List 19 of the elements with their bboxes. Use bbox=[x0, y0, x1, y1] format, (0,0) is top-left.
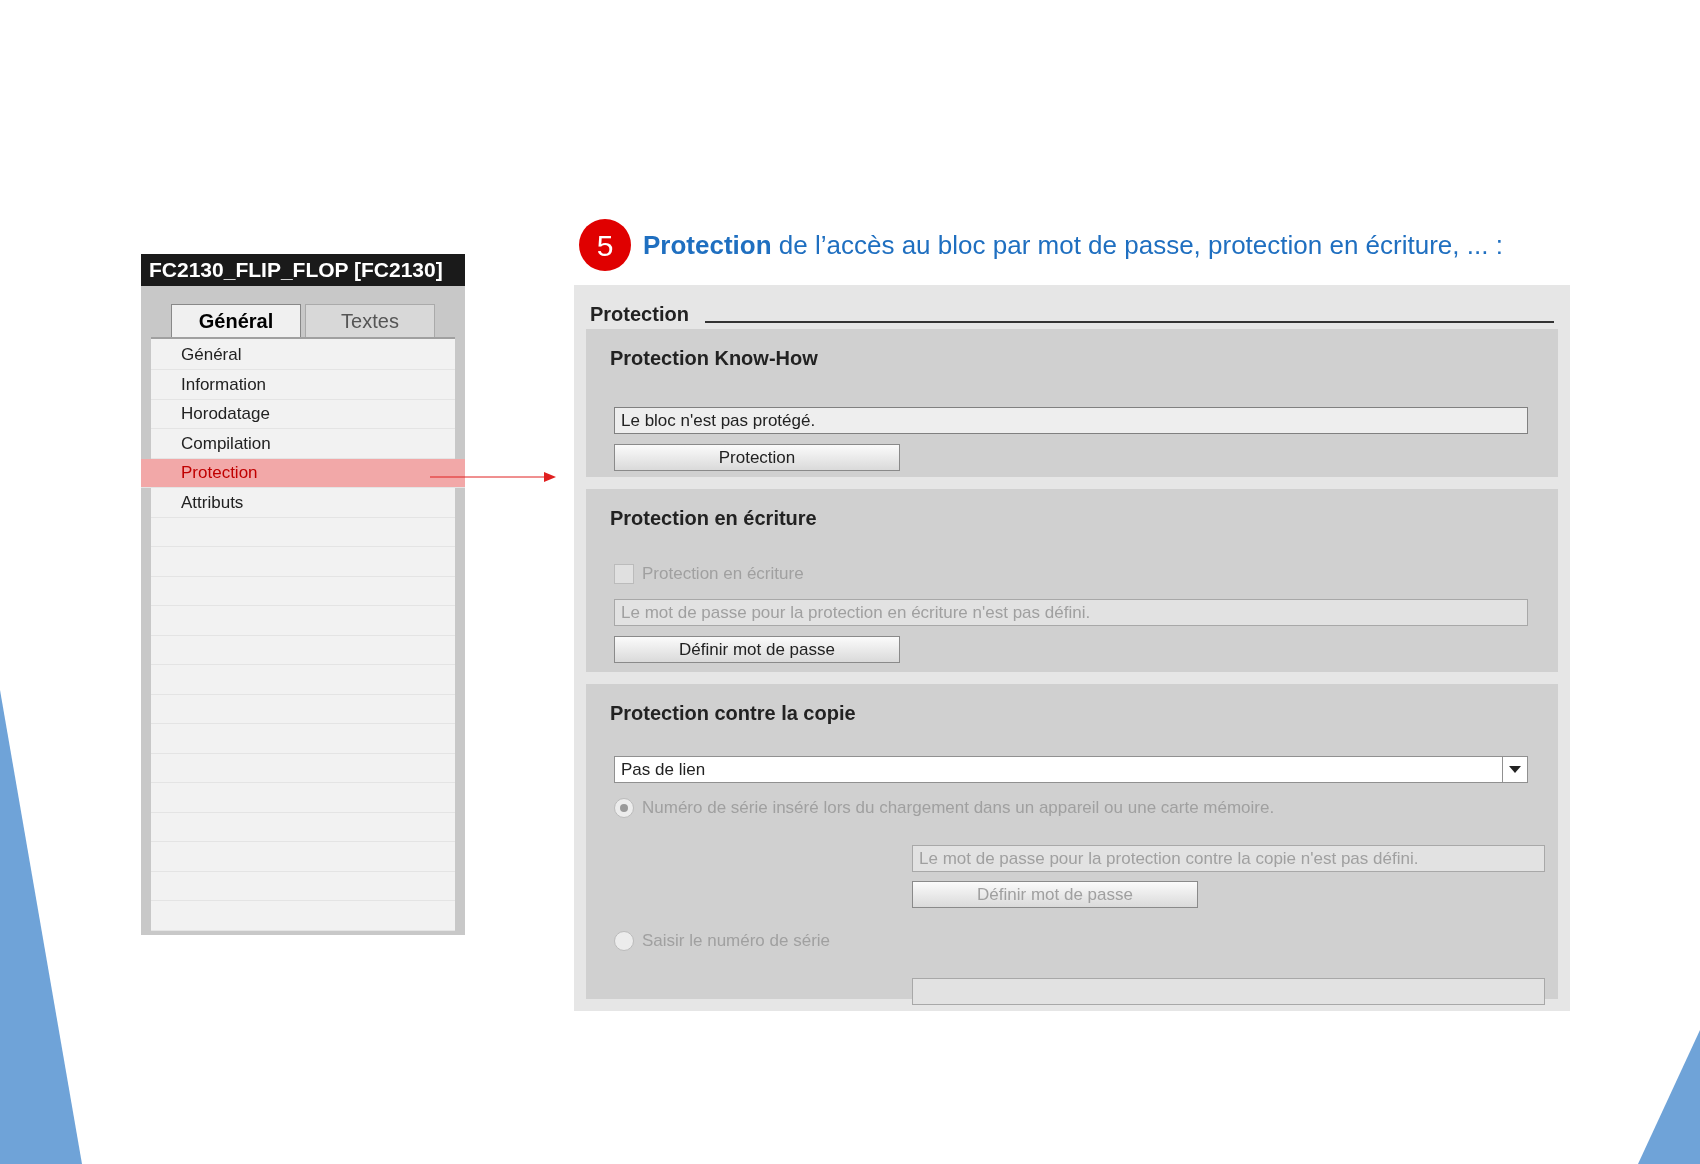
list-item[interactable]: Horodatage bbox=[151, 399, 455, 429]
button[interactable]: Protection bbox=[614, 444, 900, 471]
dropdown[interactable]: Pas de lien bbox=[614, 756, 1528, 783]
heading-text: Protection de l’accès au bloc par mot de passe, protection en écriture, ... : bbox=[643, 228, 1503, 262]
list-item[interactable]: Information bbox=[151, 370, 455, 400]
panel-heading: Protection bbox=[590, 302, 689, 327]
list-item[interactable]: Général bbox=[151, 340, 455, 370]
list-item[interactable]: Attributs bbox=[151, 488, 455, 518]
section-title: Protection contre la copie bbox=[610, 701, 857, 726]
text-field[interactable]: Le bloc n'est pas protégé. bbox=[614, 407, 1528, 434]
tab[interactable]: Général bbox=[171, 303, 301, 337]
step-number-badge: 5 bbox=[579, 219, 631, 271]
section-title: Protection Know-How bbox=[610, 346, 819, 371]
section-title: Protection en écriture bbox=[610, 506, 818, 531]
dropdown-value: Pas de lien bbox=[620, 758, 707, 781]
list-item[interactable]: Compilation bbox=[151, 429, 455, 459]
button[interactable]: Définir mot de passe bbox=[614, 636, 900, 663]
panel-title: FC2130_FLIP_FLOP [FC2130] bbox=[141, 254, 465, 286]
tab[interactable]: Textes bbox=[305, 303, 435, 337]
